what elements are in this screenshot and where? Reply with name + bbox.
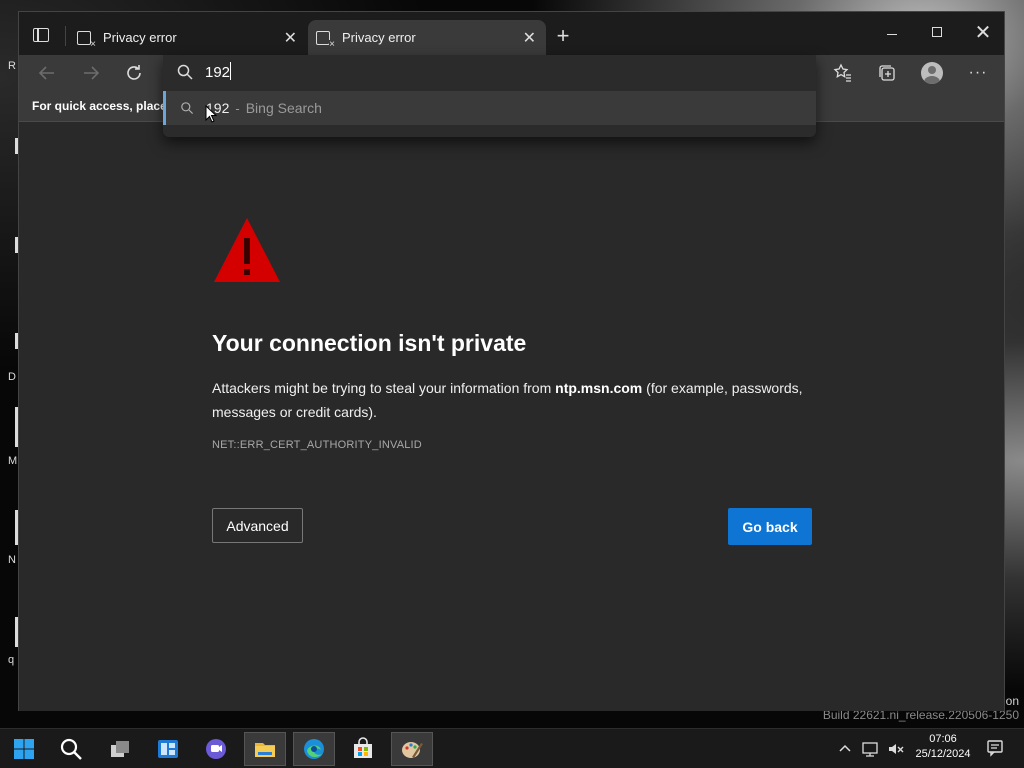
desktop-icon-label: R [8,60,16,72]
forward-button[interactable] [78,60,104,86]
paint-icon [402,742,423,758]
browser-window: Privacy error ✕ Privacy error ✕ + ✕ [18,11,1005,711]
show-hidden-icons-button[interactable] [838,729,854,768]
file-explorer-button[interactable] [244,732,286,766]
chat-button[interactable] [195,732,237,766]
error-page: Your connection isn't private Attackers … [19,123,1004,711]
warning-icon [214,218,280,282]
description-text: Attackers might be trying to steal your … [212,380,556,396]
suggestion-engine: Bing Search [245,100,322,116]
file-explorer-icon [255,743,275,757]
clock-time: 07:06 [929,733,957,745]
edge-icon [304,739,324,759]
text-caret [230,62,231,80]
tab-separator [65,26,66,46]
reload-button[interactable] [121,60,147,86]
desktop-icon-label: M [8,455,18,467]
advanced-button[interactable]: Advanced [212,508,303,543]
suggestion-item[interactable]: 192 - Bing Search [163,91,816,125]
host-name: ntp.msn.com [555,380,643,396]
start-button[interactable] [3,732,45,766]
chevron-up-icon [839,744,851,752]
search-icon [177,64,193,80]
taskbar: 07:06 25/12/2024 [0,728,1024,768]
title-bar: Privacy error ✕ Privacy error ✕ + ✕ [19,12,1004,55]
search-icon [181,102,194,115]
back-button[interactable] [34,60,60,86]
new-tab-button[interactable]: + [552,23,574,49]
error-code[interactable]: NET::ERR_CERT_AUTHORITY_INVALID [212,439,422,451]
edge-button[interactable] [293,732,335,766]
desktop-icon-label: N [8,554,16,566]
widgets-button[interactable] [147,732,189,766]
favorites-button[interactable] [830,60,856,86]
close-tab-icon[interactable]: ✕ [523,28,536,48]
avatar [921,62,943,84]
mouse-pointer-icon [205,105,217,123]
address-bar-dropdown: 192 - Bing Search [163,55,816,137]
volume-muted-icon [889,744,904,754]
tab-actions-icon[interactable] [33,28,49,42]
task-view-icon [111,741,129,757]
desktop-icon-label: D [8,371,16,383]
tab-label: Privacy error [103,30,177,45]
desktop-icon-label: q [8,654,15,666]
minimize-button[interactable] [877,22,907,44]
volume-button[interactable] [887,729,905,768]
task-view-button[interactable] [99,732,141,766]
address-input[interactable] [205,61,705,83]
store-icon [354,737,372,758]
close-tab-icon[interactable]: ✕ [284,28,297,48]
page-title: Your connection isn't private [212,330,527,356]
watermark-line-1: on [1005,694,1019,708]
go-back-button[interactable]: Go back [728,508,812,545]
collections-button[interactable] [874,60,900,86]
network-status-button[interactable] [861,729,879,768]
widgets-icon [158,740,178,758]
store-button[interactable] [342,732,384,766]
address-bar [163,55,816,89]
suggestion-separator: - [235,100,240,116]
start-icon [14,739,34,759]
notification-icon[interactable] [986,739,1004,757]
maximize-button[interactable] [922,22,952,44]
tab-privacy-error-2[interactable]: Privacy error ✕ [308,20,546,55]
close-window-button[interactable]: ✕ [968,22,998,44]
tab-label: Privacy error [342,30,416,45]
search-icon [60,738,82,760]
more-options-button[interactable]: ··· [965,60,991,86]
taskbar-search-button[interactable] [50,732,92,766]
document-error-icon [316,30,335,50]
profile-button[interactable] [919,60,945,86]
clock-date: 25/12/2024 [915,748,971,760]
chat-icon [206,739,226,759]
network-icon [862,742,878,757]
document-error-icon [77,30,96,50]
error-description: Attackers might be trying to steal your … [212,376,812,424]
favorites-bar-hint: For quick access, place y [32,99,177,113]
clock[interactable]: 07:06 25/12/2024 [906,732,980,762]
tab-privacy-error-1[interactable]: Privacy error ✕ [69,20,307,55]
paint-button[interactable] [391,732,433,766]
